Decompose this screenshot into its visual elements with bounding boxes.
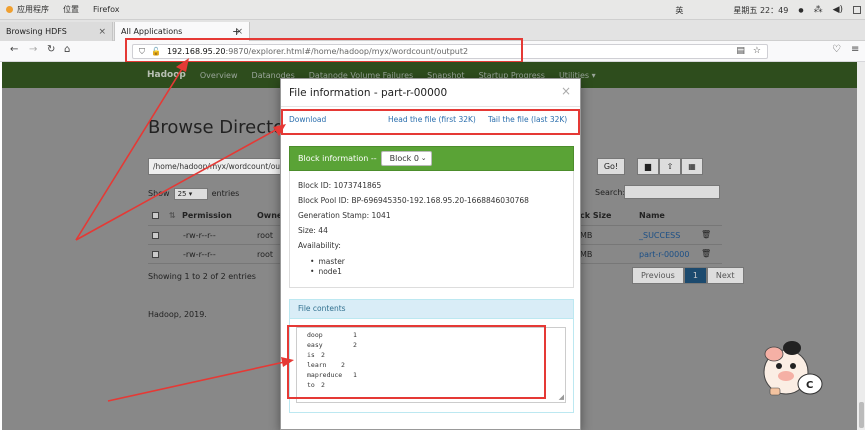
- modal-header: File information - part-r-00000 ×: [281, 79, 580, 107]
- search-label: Search:: [595, 188, 626, 197]
- file-link-success[interactable]: _SUCCESS: [639, 231, 680, 240]
- input-method-indicator[interactable]: 英: [675, 5, 683, 16]
- table-cell-block-size: MB: [580, 250, 593, 259]
- close-icon[interactable]: ×: [561, 84, 571, 98]
- places-menu[interactable]: 位置: [63, 4, 79, 15]
- pagination: Previous 1 Next: [632, 267, 744, 284]
- directory-path-input[interactable]: /home/hadoop/myx/wordcount/outp: [148, 158, 288, 175]
- cow-mascot-icon: C: [763, 341, 823, 396]
- tab-browsing-hdfs[interactable]: Browsing HDFS ×: [0, 22, 113, 41]
- svg-text:C: C: [806, 380, 813, 391]
- back-icon[interactable]: ←: [10, 44, 18, 55]
- create-folder-button[interactable]: ▆: [637, 158, 659, 175]
- availability-label: Availability:: [298, 241, 341, 250]
- record-icon: ●: [798, 6, 804, 14]
- table-cell-permission: -rw-r--r--: [183, 231, 216, 240]
- pocket-icon[interactable]: ♡: [832, 44, 841, 55]
- firefox-app-menu[interactable]: Firefox: [93, 5, 119, 14]
- reader-view-icon[interactable]: ▤: [736, 46, 745, 56]
- block-select[interactable]: Block 0 ⌄: [380, 151, 432, 166]
- reload-icon[interactable]: ↻: [47, 44, 55, 55]
- applications-menu[interactable]: 应用程序: [6, 4, 49, 15]
- col-block-size[interactable]: ck Size: [580, 211, 611, 220]
- show-entries-control: Show 25 ▾ entries: [148, 188, 240, 200]
- showing-entries-text: Showing 1 to 2 of 2 entries: [148, 272, 256, 281]
- hadoop-brand[interactable]: Hadoop: [147, 70, 186, 80]
- block-id: Block ID: 1073741865: [298, 181, 382, 190]
- go-button[interactable]: Go!: [597, 158, 625, 175]
- entries-select[interactable]: 25 ▾: [173, 188, 208, 200]
- table-cell-owner: root: [257, 231, 274, 240]
- applications-icon: [6, 6, 13, 13]
- page-1-button[interactable]: 1: [683, 267, 707, 284]
- block-information-body: Block ID: 1073741865 Block Pool ID: BP-6…: [289, 171, 574, 288]
- table-cell-block-size: MB: [580, 231, 593, 240]
- table-cell-owner: root: [257, 250, 274, 259]
- annotation-box-url: [125, 38, 523, 63]
- clock[interactable]: 星期五 22：49: [733, 5, 788, 16]
- hamburger-menu-icon[interactable]: ≡: [851, 44, 859, 55]
- file-contents-header: File contents: [289, 299, 574, 319]
- system-top-bar: 应用程序 位置 Firefox 英 星期五 22：49 ● ⁂ ◀): [0, 0, 865, 20]
- col-name[interactable]: Name: [639, 211, 665, 220]
- row-checkbox[interactable]: [152, 232, 159, 239]
- col-owner[interactable]: Owne: [257, 211, 282, 220]
- power-icon[interactable]: [853, 6, 861, 14]
- node-item: node1: [310, 267, 342, 276]
- trash-icon[interactable]: 🗑: [701, 249, 711, 258]
- generation-stamp: Generation Stamp: 1041: [298, 211, 391, 220]
- upload-button[interactable]: ⇧: [659, 158, 681, 175]
- sort-icon[interactable]: ⇅: [169, 211, 176, 220]
- page-scrollbar[interactable]: [857, 62, 865, 430]
- cut-paste-button[interactable]: ▦: [681, 158, 703, 175]
- nav-overview[interactable]: Overview: [200, 71, 238, 80]
- modal-title: File information - part-r-00000: [289, 87, 448, 99]
- page-footer: Hadoop, 2019.: [148, 310, 207, 319]
- home-icon[interactable]: ⌂: [64, 44, 70, 55]
- bookmark-star-icon[interactable]: ☆: [753, 46, 761, 56]
- network-icon[interactable]: ⁂: [814, 5, 823, 15]
- chevron-down-icon: ⌄: [420, 154, 427, 162]
- block-information-header: Block information -- Block 0 ⌄: [289, 146, 574, 171]
- select-all-checkbox[interactable]: [152, 212, 159, 219]
- previous-page-button[interactable]: Previous: [632, 267, 684, 284]
- forward-icon[interactable]: →: [29, 44, 37, 55]
- annotation-box-file-contents: [287, 325, 546, 399]
- annotation-box-links: [281, 109, 580, 135]
- close-tab-icon[interactable]: ×: [98, 27, 106, 37]
- col-permission[interactable]: Permission: [182, 211, 232, 220]
- search-input[interactable]: [624, 185, 720, 199]
- table-cell-permission: -rw-r--r--: [183, 250, 216, 259]
- block-pool-id: Block Pool ID: BP-696945350-192.168.95.2…: [298, 196, 529, 205]
- scrollbar-thumb[interactable]: [859, 402, 864, 428]
- node-item: master: [310, 257, 344, 266]
- row-checkbox[interactable]: [152, 251, 159, 258]
- next-page-button[interactable]: Next: [706, 267, 744, 284]
- block-size: Size: 44: [298, 226, 328, 235]
- trash-icon[interactable]: 🗑: [701, 230, 711, 239]
- page-title: Browse Directo: [148, 117, 285, 138]
- volume-icon[interactable]: ◀): [833, 5, 843, 15]
- file-link-part-r-00000[interactable]: part-r-00000: [639, 250, 689, 259]
